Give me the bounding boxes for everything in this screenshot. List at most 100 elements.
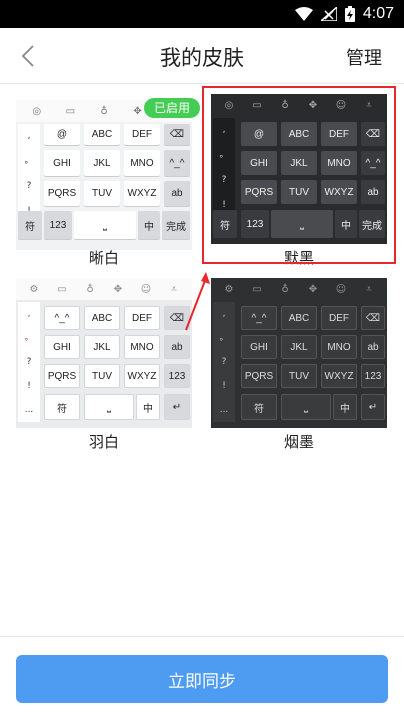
key: JKL: [84, 335, 120, 359]
gear-icon: ⚙: [29, 283, 39, 295]
keyboard-toolbar: ⚙ ▭ ♁ ✥ ☺ ⩡: [211, 278, 387, 300]
key: @: [44, 124, 80, 145]
key: MNO: [321, 335, 357, 359]
key: TUV: [84, 364, 120, 388]
symbol-key: !: [27, 381, 31, 391]
key: TUV: [84, 181, 120, 206]
logo-icon: ◎: [32, 105, 42, 117]
manage-button[interactable]: 管理: [346, 44, 382, 70]
cursor-move-icon: ✥: [133, 105, 142, 117]
symbol-key: 。: [24, 333, 34, 343]
key: PQRS: [44, 181, 80, 206]
page-title: 我的皮肤: [160, 46, 244, 70]
signal-icon: [320, 7, 337, 21]
symbol-key: ?: [26, 357, 32, 367]
keyboard-icon: ▭: [252, 283, 262, 295]
key: PQRS: [241, 364, 277, 388]
symbol-column: , 。 ? !: [18, 124, 40, 224]
keyboard-icon: ▭: [57, 283, 67, 295]
backspace-key: ⌫: [164, 124, 190, 145]
symbol-key: 。: [24, 156, 34, 166]
symbol-key: ...: [24, 405, 34, 415]
space-key: ⎵: [281, 394, 331, 420]
chinese-key: 中: [138, 211, 160, 239]
smile-icon: ☺: [140, 283, 152, 295]
smile-icon: ☺: [335, 283, 347, 295]
symbol-key: ,: [27, 131, 31, 141]
skin-name: 羽白: [88, 433, 119, 451]
space-key: ⎵: [74, 211, 136, 239]
key: GHI: [241, 335, 277, 359]
key: TUV: [281, 364, 317, 388]
key: GHI: [44, 335, 80, 359]
emoticon-key: ^_^: [164, 150, 190, 176]
skin-name: 晰白: [88, 249, 119, 267]
chinese-key: 中: [136, 394, 160, 420]
skin-name: 烟墨: [283, 433, 314, 451]
symbol-key: ,: [27, 309, 31, 319]
keyboard-preview: ⚙ ▭ ♁ ✥ ☺ ⩡ , 。 ? ! ... ^_^ ABC DEF ⌫ GH…: [16, 278, 192, 428]
cursor-move-icon: ✥: [113, 283, 123, 295]
skin-card-yanmo[interactable]: ⚙ ▭ ♁ ✥ ☺ ⩡ , 。 ? ! ... ^_^ ABC DEF ⌫ GH…: [211, 278, 387, 428]
symbol-key: ?: [221, 357, 227, 367]
symbol-column: , 。 ? ! ...: [18, 302, 40, 422]
number-key: 123: [361, 364, 385, 388]
in-use-badge: 已启用: [143, 98, 200, 118]
key: PQRS: [44, 364, 80, 388]
status-icons: 4:07: [294, 4, 394, 24]
battery-charging-icon: [344, 6, 355, 22]
symbol-key: 。: [219, 333, 229, 343]
symbol-switch-key: 符: [241, 394, 277, 420]
cursor-move-icon: ✥: [308, 283, 318, 295]
number-key: 123: [164, 364, 190, 388]
enter-key: ↵: [164, 394, 190, 420]
ab-key: ab: [164, 335, 190, 359]
selected-frame: [202, 86, 396, 264]
symbol-key: ,: [222, 309, 226, 319]
key: MNO: [124, 150, 160, 176]
number-key: 123: [44, 211, 72, 239]
symbol-key: ...: [219, 405, 229, 415]
skin-card-yubai[interactable]: ⚙ ▭ ♁ ✥ ☺ ⩡ , 。 ? ! ... ^_^ ABC DEF ⌫ GH…: [16, 278, 192, 428]
header: 我的皮肤 管理: [0, 28, 404, 84]
enter-key: ↵: [361, 394, 385, 420]
chinese-key: 中: [333, 394, 357, 420]
collapse-icon: ⩡: [366, 283, 372, 295]
collapse-icon: ⩡: [171, 283, 177, 295]
emoticon-key: ^_^: [44, 306, 80, 330]
mic-icon: ♁: [86, 283, 94, 295]
key: ABC: [281, 306, 317, 330]
done-key: 完成: [162, 211, 190, 239]
symbol-column: , 。 ? ! ...: [213, 302, 235, 422]
key: GHI: [44, 150, 80, 176]
symbol-switch-key: 符: [18, 211, 42, 239]
mic-icon: ♁: [100, 105, 108, 117]
key: DEF: [321, 306, 357, 330]
keyboard-icon: ▭: [65, 105, 76, 117]
keyboard-preview: ◎ ▭ ♁ ✥ , 。 ? ! @ ABC DEF ⌫ GHI JKL MNO …: [16, 98, 200, 250]
key: WXYZ: [124, 181, 160, 206]
status-bar: 4:07: [0, 0, 404, 28]
symbol-key: !: [222, 381, 226, 391]
symbol-switch-key: 符: [44, 394, 80, 420]
wifi-icon: [294, 7, 313, 21]
key: ABC: [84, 124, 120, 145]
backspace-key: ⌫: [164, 306, 190, 330]
mic-icon: ♁: [281, 283, 289, 295]
skin-page: 4:07 我的皮肤 管理 ◎ ▭ ♁ ✥ , 。 ? ! @: [0, 0, 404, 720]
key: DEF: [124, 306, 160, 330]
gear-icon: ⚙: [224, 283, 234, 295]
sync-now-button[interactable]: 立即同步: [16, 655, 388, 703]
key: JKL: [84, 150, 120, 176]
keyboard-preview: ⚙ ▭ ♁ ✥ ☺ ⩡ , 。 ? ! ... ^_^ ABC DEF ⌫ GH…: [211, 278, 387, 428]
bottom-bar: 立即同步: [0, 636, 404, 720]
emoticon-key: ^_^: [241, 306, 277, 330]
key: MNO: [124, 335, 160, 359]
status-time: 4:07: [362, 5, 394, 22]
skin-card-xibai[interactable]: ◎ ▭ ♁ ✥ , 。 ? ! @ ABC DEF ⌫ GHI JKL MNO …: [16, 98, 200, 250]
keyboard-toolbar: ⚙ ▭ ♁ ✥ ☺ ⩡: [16, 278, 192, 300]
ab-key: ab: [361, 335, 385, 359]
key: JKL: [281, 335, 317, 359]
ab-key: ab: [164, 181, 190, 206]
key: WXYZ: [124, 364, 160, 388]
